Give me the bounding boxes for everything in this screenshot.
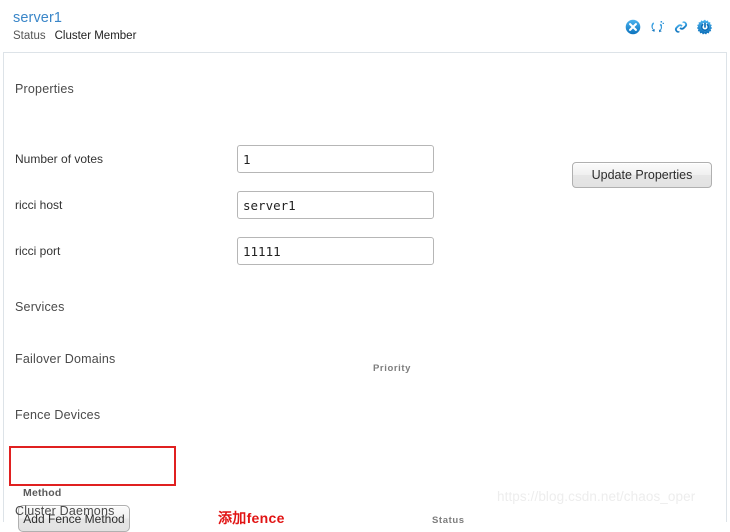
node-action-toolbar	[625, 19, 713, 35]
field-label-ricci-host: ricci host	[15, 198, 63, 212]
rejoin-cluster-icon[interactable]	[649, 19, 665, 35]
link-icon[interactable]	[673, 19, 689, 35]
section-title-fence-devices[interactable]: Fence Devices	[15, 408, 100, 422]
section-title-failover-domains[interactable]: Failover Domains	[15, 352, 115, 366]
section-title-cluster-daemons[interactable]: Cluster Daemons	[15, 504, 115, 518]
fence-method-highlight-box	[9, 446, 176, 486]
node-detail-panel: Properties Update Properties Number of v…	[3, 53, 727, 532]
watermark-text: https://blog.csdn.net/chaos_oper	[497, 489, 696, 504]
fence-annotation-text: 添加fence	[218, 510, 285, 526]
number-of-votes-input[interactable]	[237, 145, 434, 173]
field-label-ricci-port: ricci port	[15, 244, 61, 258]
column-header-priority: Priority	[373, 363, 412, 374]
field-label-number-of-votes: Number of votes	[15, 152, 104, 166]
ricci-host-input[interactable]	[237, 191, 434, 219]
section-title-properties: Properties	[15, 82, 74, 96]
update-properties-button[interactable]: Update Properties	[572, 162, 712, 188]
node-status-line: Status Cluster Member	[13, 29, 136, 43]
column-header-status: Status	[432, 515, 465, 526]
leave-cluster-icon[interactable]	[625, 19, 641, 35]
node-header: server1 Status Cluster Member	[0, 0, 730, 53]
ricci-port-input[interactable]	[237, 237, 434, 265]
fence-method-group-label: Method	[23, 487, 62, 499]
status-label: Status	[13, 30, 46, 42]
reboot-icon[interactable]	[697, 19, 713, 35]
status-badge: Cluster Member	[54, 30, 137, 42]
section-title-services[interactable]: Services	[15, 300, 65, 314]
page-title: server1	[13, 10, 63, 26]
